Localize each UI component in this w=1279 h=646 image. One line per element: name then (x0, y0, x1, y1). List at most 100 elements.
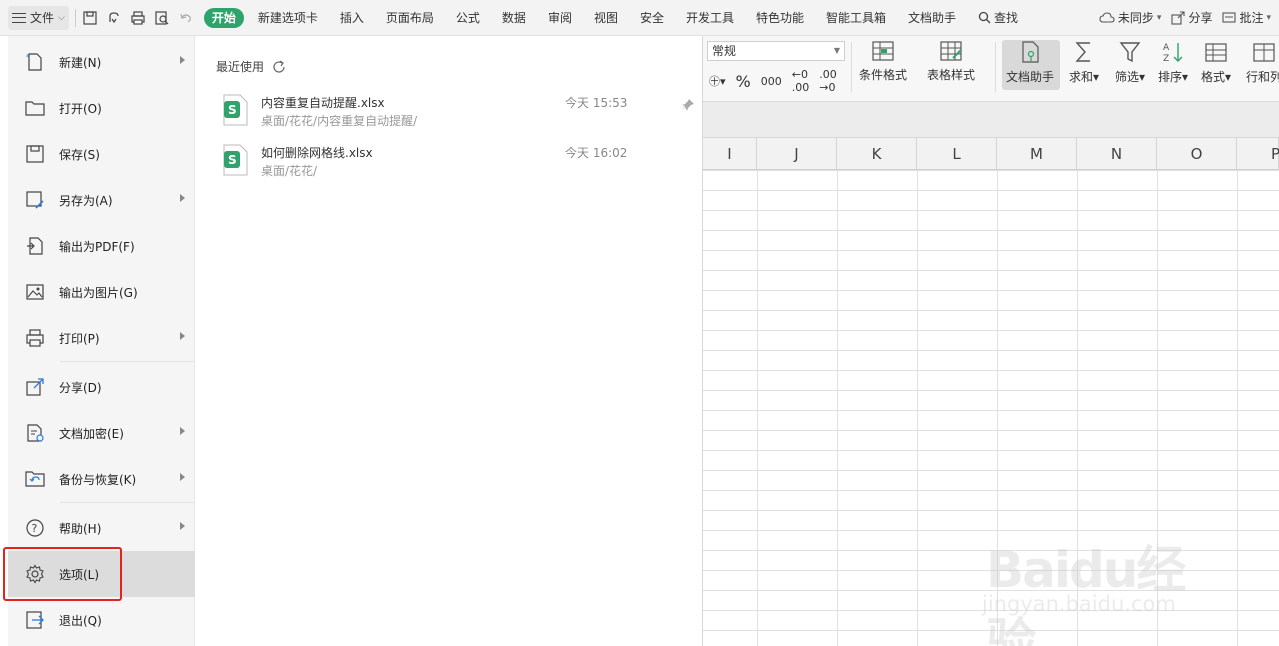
tab-special-features[interactable]: 特色功能 (748, 8, 812, 28)
column-header[interactable]: J (757, 138, 837, 170)
menu-item-exit[interactable]: 退出(Q) (8, 597, 195, 643)
new-file-icon: * (23, 50, 47, 74)
tab-formulas[interactable]: 公式 (448, 8, 488, 28)
chevron-right-icon (180, 194, 185, 202)
menu-item-help[interactable]: ? 帮助(H) (8, 505, 195, 551)
tab-review[interactable]: 审阅 (540, 8, 580, 28)
menu-item-label: 输出为图片(G) (59, 285, 138, 300)
menu-item-open[interactable]: 打开(O) (8, 85, 195, 131)
chevron-right-icon (180, 56, 185, 64)
spreadsheet-file-icon: S (223, 94, 248, 126)
sort-button[interactable]: AZ 排序▾ (1158, 40, 1188, 85)
file-name: 如何删除网格线.xlsx (261, 146, 373, 160)
top-menu-bar: 文件 ⌵ 开始 新建选项卡 插入 页面布局 公式 数据 审阅 视图 安全 开发工… (0, 0, 1279, 36)
column-header[interactable]: M (997, 138, 1077, 170)
thousands-separator-button[interactable]: 000 (761, 75, 782, 88)
refresh-icon[interactable] (272, 60, 286, 74)
undo-icon[interactable] (178, 10, 194, 26)
tab-security[interactable]: 安全 (632, 8, 672, 28)
number-format-select[interactable]: 常规 ▼ (707, 41, 845, 61)
column-header[interactable]: P (1237, 138, 1279, 170)
menu-item-label: 退出(Q) (59, 613, 102, 628)
menu-item-export-pdf[interactable]: 输出为PDF(F) (8, 223, 195, 269)
file-path: 桌面/花花/内容重复自动提醒/ (261, 114, 418, 128)
decrease-decimal-icon[interactable]: .00 →0 (819, 68, 837, 94)
svg-text:S: S (228, 103, 237, 117)
table-style-button[interactable]: 表格样式 (927, 40, 975, 83)
search-button[interactable]: 查找 (970, 8, 1026, 28)
filter-button[interactable]: 筛选▾ (1115, 40, 1145, 85)
cloud-save-icon[interactable] (106, 10, 122, 26)
filter-icon (1119, 42, 1141, 63)
percent-button[interactable]: % (736, 72, 751, 91)
tab-home[interactable]: 开始 (203, 7, 244, 28)
print-preview-icon[interactable] (154, 10, 170, 26)
sum-button[interactable]: 求和▾ (1069, 40, 1099, 85)
tab-insert[interactable]: 插入 (332, 8, 372, 28)
tab-data[interactable]: 数据 (494, 8, 534, 28)
column-header[interactable]: L (917, 138, 997, 170)
menu-item-save[interactable]: 保存(S) (8, 131, 195, 177)
increase-decimal-icon[interactable]: ←0.00 (792, 68, 810, 94)
cloud-icon (1099, 11, 1115, 23)
doc-assistant-button[interactable]: 文档助手 (1006, 40, 1054, 85)
menu-item-save-as[interactable]: 另存为(A) (8, 177, 195, 223)
tab-new-tab[interactable]: 新建选项卡 (250, 8, 326, 28)
svg-text:S: S (228, 153, 237, 167)
column-header[interactable]: O (1157, 138, 1237, 170)
menu-item-backup[interactable]: 备份与恢复(K) (8, 456, 195, 502)
recent-file-item[interactable]: S 如何删除网格线.xlsx 桌面/花花/ 今天 16:02 (221, 140, 691, 184)
currency-icon[interactable]: ㊉▾ (709, 73, 726, 89)
menu-item-new[interactable]: * 新建(N) (8, 39, 195, 85)
menu-item-label: 另存为(A) (59, 193, 113, 208)
sort-icon: AZ (1163, 43, 1183, 64)
chevron-down-icon: ▾ (1156, 12, 1162, 23)
column-header[interactable]: I (703, 138, 757, 170)
conditional-format-button[interactable]: 条件格式 (859, 40, 907, 83)
sync-status-button[interactable]: 未同步 ▾ (1099, 9, 1162, 26)
chevron-right-icon (180, 522, 185, 530)
format-button[interactable]: 格式▾ (1201, 40, 1231, 85)
menu-item-print[interactable]: 打印(P) (8, 315, 195, 361)
file-menu-button[interactable]: 文件 ⌵ (8, 5, 69, 30)
file-name: 内容重复自动提醒.xlsx (261, 96, 385, 110)
pin-icon[interactable] (681, 98, 695, 112)
column-header[interactable]: N (1077, 138, 1157, 170)
chevron-down-icon: ⌵ (58, 12, 65, 23)
recent-file-item[interactable]: S 内容重复自动提醒.xlsx 桌面/花花/内容重复自动提醒/ 今天 15:53 (221, 90, 694, 134)
share-button[interactable]: 分享 (1171, 9, 1212, 26)
menu-item-label: 新建(N) (59, 55, 102, 70)
save-icon (23, 142, 47, 166)
column-header[interactable]: K (837, 138, 917, 170)
menu-item-share[interactable]: 分享(D) (8, 364, 195, 410)
rows-cols-label: 行和列 (1246, 70, 1279, 84)
tab-smart-toolbox[interactable]: 智能工具箱 (818, 8, 894, 28)
toolbar-divider (74, 8, 76, 27)
formula-bar-area (703, 102, 1279, 138)
ribbon-divider (995, 42, 996, 92)
tab-doc-assistant[interactable]: 文档助手 (900, 8, 964, 28)
conditional-format-icon (872, 41, 894, 61)
baidu-watermark: Baidu经验 jingyan.baidu.com (978, 512, 1218, 646)
printer-icon[interactable] (130, 10, 146, 26)
sync-label: 未同步 (1117, 11, 1154, 25)
doc-assistant-label: 文档助手 (1006, 70, 1055, 84)
ribbon-panel: 常规 ▼ ㊉▾ % 000 ←0.00 .00 →0 条件格式 表格样式 文档助手… (703, 36, 1279, 102)
menu-divider (60, 502, 195, 503)
menu-item-label: 打印(P) (59, 331, 100, 346)
tab-view[interactable]: 视图 (586, 8, 626, 28)
chevron-right-icon (180, 473, 185, 481)
save-icon[interactable] (82, 10, 98, 26)
comment-button[interactable]: 批注 ▾ (1222, 9, 1271, 26)
share-label: 分享 (1188, 11, 1213, 25)
tab-developer[interactable]: 开发工具 (678, 8, 742, 28)
doc-assistant-icon (1022, 41, 1039, 63)
menu-item-label: 保存(S) (59, 147, 100, 162)
menu-item-encrypt[interactable]: 文档加密(E) (8, 410, 195, 456)
hamburger-icon (12, 12, 26, 23)
rows-cols-button[interactable]: 行和列 (1246, 40, 1279, 85)
sigma-icon (1075, 42, 1091, 62)
tab-page-layout[interactable]: 页面布局 (378, 8, 442, 28)
table-style-icon (940, 41, 962, 61)
menu-item-export-image[interactable]: 输出为图片(G) (8, 269, 195, 315)
